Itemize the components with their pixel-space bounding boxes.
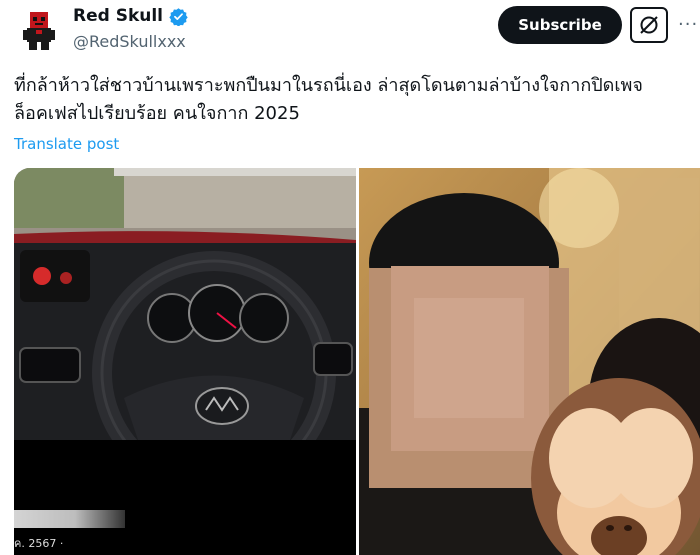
translate-post-link[interactable]: Translate post [14, 135, 119, 153]
subscribe-button[interactable]: Subscribe [498, 6, 622, 44]
car-dashboard-photo[interactable]: ค. 2567 · [14, 168, 356, 555]
author-display-name[interactable]: Red Skull [73, 6, 163, 26]
slash-circle-icon [640, 16, 658, 34]
author-handle[interactable]: @RedSkullxxx [73, 32, 186, 51]
car-dashboard-illustration [14, 168, 356, 555]
photo-caption: ค. 2567 · [14, 537, 64, 550]
timestamp-bar [14, 510, 125, 528]
blurred-man-illustration [359, 168, 700, 555]
grok-button[interactable] [630, 7, 668, 43]
blurred-man-photo[interactable] [359, 168, 700, 555]
avatar[interactable] [16, 8, 62, 54]
more-options-button[interactable]: ··· [678, 14, 698, 35]
author-name-row: Red Skull [73, 6, 188, 26]
red-skull-avatar-icon [16, 8, 62, 54]
post-text-line-1: ที่กล้าห้าวใส่ชาวบ้านเพราะพกปืนมาในรถนี่… [14, 75, 643, 96]
post-text: ที่กล้าห้าวใส่ชาวบ้านเพราะพกปืนมาในรถนี่… [14, 72, 698, 128]
verified-badge-icon[interactable] [169, 7, 188, 26]
media-grid: ค. 2567 · [14, 168, 700, 555]
post-text-line-2: ล็อคเฟสไปเรียบร้อย คนใจกาก 2025 [14, 103, 300, 124]
